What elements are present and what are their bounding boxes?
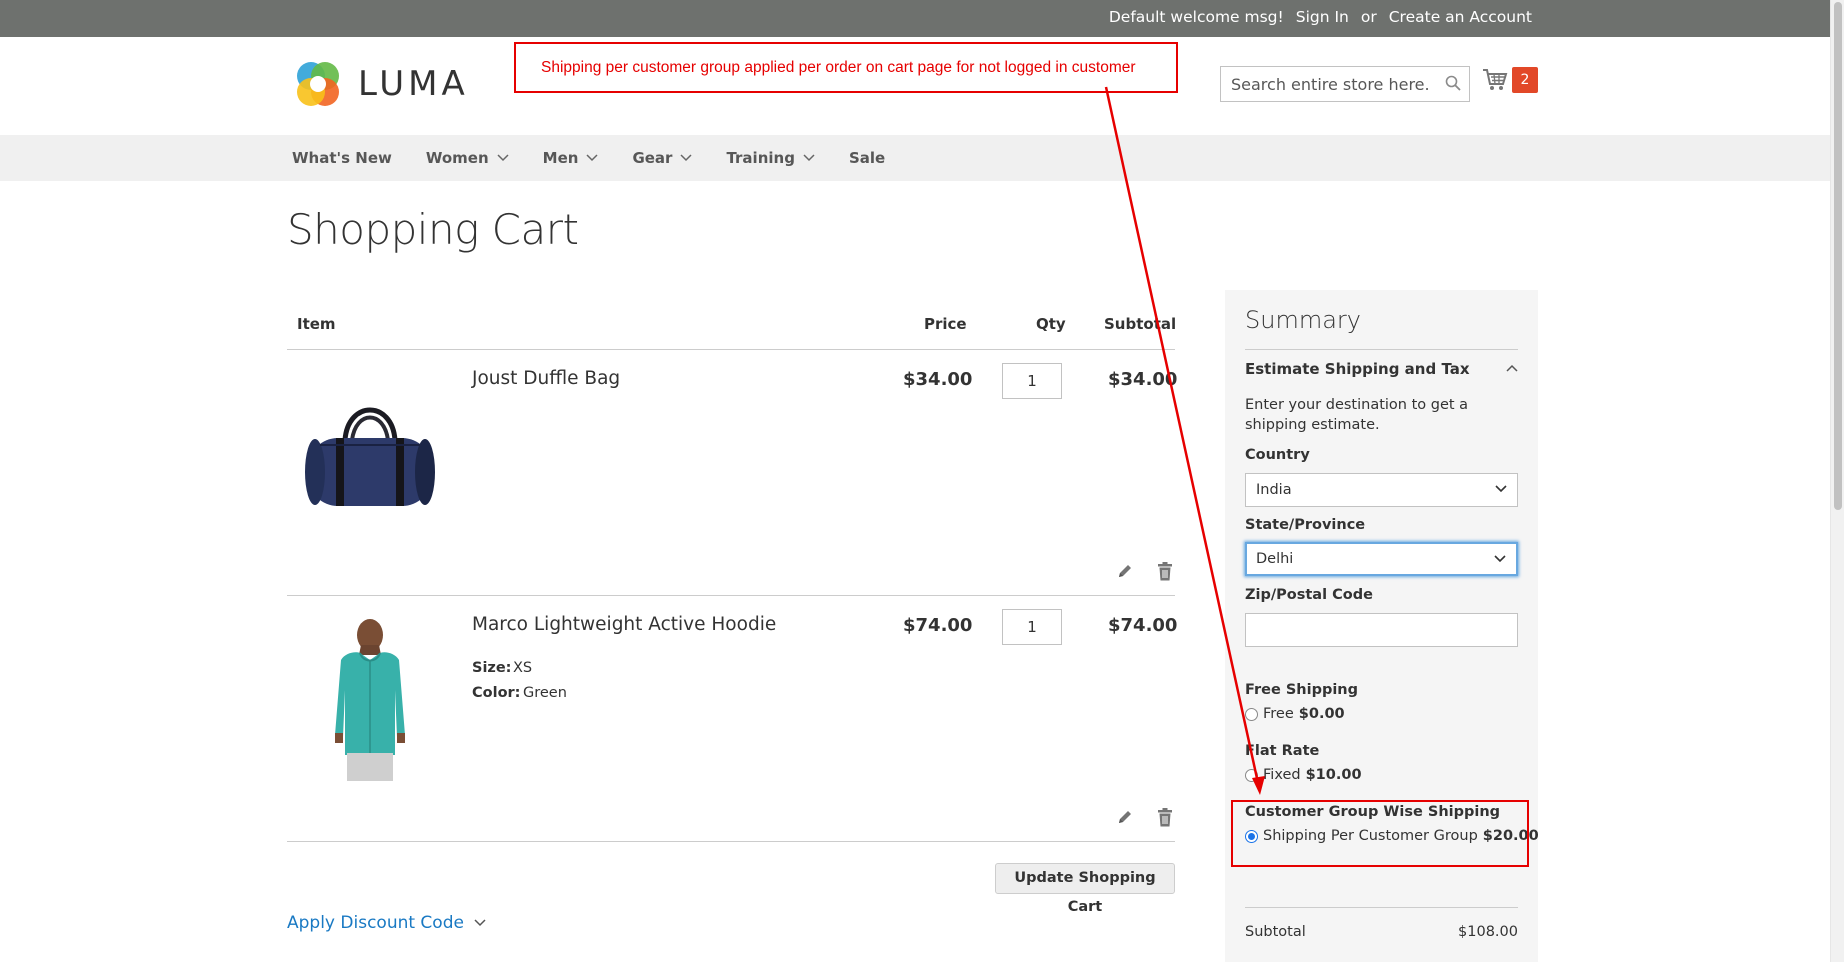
top-bar: Default welcome msg! Sign In or Create a… <box>0 0 1830 37</box>
cart-count-badge[interactable]: 2 <box>1512 67 1538 93</box>
page-scrollbar[interactable] <box>1830 0 1844 962</box>
table-divider <box>287 841 1175 842</box>
state-label: State/Province <box>1245 517 1366 533</box>
shipping-option-label: Free <box>1263 706 1294 722</box>
option-value-size: XS <box>513 660 533 676</box>
nav-label: Gear <box>632 149 673 167</box>
nav-label: What's New <box>292 149 392 167</box>
luma-logo-icon <box>297 62 339 106</box>
shipping-option-flat[interactable]: Fixed $10.00 <box>1245 767 1362 783</box>
estimate-description: Enter your destination to get a shipping… <box>1245 397 1469 433</box>
item-price: $74.00 <box>903 615 973 636</box>
scrollbar-thumb[interactable] <box>1834 2 1842 510</box>
column-header-qty: Qty <box>1036 315 1066 333</box>
state-select[interactable]: Delhi <box>1245 542 1518 576</box>
item-name[interactable]: Joust Duffle Bag <box>472 368 620 389</box>
chevron-down-icon <box>680 154 692 162</box>
qty-input[interactable]: 1 <box>1002 363 1062 399</box>
main-navigation: What's New Women Men Gear Training Sale <box>0 135 1830 181</box>
state-value: Delhi <box>1256 551 1294 567</box>
chevron-up-icon[interactable] <box>1506 364 1518 372</box>
zip-input[interactable] <box>1245 613 1518 647</box>
shipping-option-label: Fixed <box>1263 767 1301 783</box>
discount-link-label[interactable]: Apply Discount Code <box>287 913 464 933</box>
subtotal-label: Subtotal <box>1245 924 1306 940</box>
nav-item-whats-new[interactable]: What's New <box>292 149 392 167</box>
country-value: India <box>1256 482 1292 498</box>
trash-icon[interactable] <box>1157 562 1173 581</box>
item-subtotal: $34.00 <box>1108 369 1178 390</box>
chevron-down-icon <box>803 154 815 162</box>
nav-label: Training <box>726 149 795 167</box>
nav-label: Men <box>542 149 579 167</box>
nav-item-men[interactable]: Men <box>543 149 599 167</box>
welcome-message: Default welcome msg! <box>1108 8 1284 26</box>
nav-item-training[interactable]: Training <box>726 149 815 167</box>
or-text: or <box>1360 8 1377 26</box>
summary-divider <box>1245 907 1518 908</box>
summary-divider <box>1245 349 1518 350</box>
chevron-down-icon <box>497 154 509 162</box>
minicart[interactable]: 2 <box>1482 67 1538 93</box>
column-header-price: Price <box>924 315 967 333</box>
nav-item-gear[interactable]: Gear <box>632 149 692 167</box>
chevron-down-icon <box>474 919 486 927</box>
update-shopping-cart-button[interactable]: Update Shopping Cart <box>995 863 1175 915</box>
item-name[interactable]: Marco Lightweight Active Hoodie <box>472 614 776 635</box>
product-image-hoodie[interactable] <box>325 615 415 781</box>
column-header-item: Item <box>297 315 336 333</box>
nav-label: Sale <box>848 149 886 167</box>
search-icon[interactable] <box>1445 75 1461 95</box>
option-value-color: Green <box>523 685 567 701</box>
search-box[interactable] <box>1220 66 1470 102</box>
search-input[interactable] <box>1221 67 1431 101</box>
chevron-down-icon <box>1495 485 1507 493</box>
logo-text: LUMA <box>358 64 469 104</box>
trash-icon[interactable] <box>1157 808 1173 827</box>
item-price: $34.00 <box>903 369 973 390</box>
table-divider <box>287 595 1175 596</box>
option-label-size: Size: <box>472 660 512 676</box>
nav-item-women[interactable]: Women <box>426 149 509 167</box>
annotation-text: Shipping per customer group applied per … <box>541 59 1136 76</box>
subtotal-row: Subtotal $108.00 <box>1245 924 1518 940</box>
radio-button[interactable] <box>1245 707 1258 721</box>
create-account-link[interactable]: Create an Account <box>1389 8 1532 26</box>
country-label: Country <box>1245 447 1310 463</box>
radio-button[interactable] <box>1245 768 1258 782</box>
sign-in-link[interactable]: Sign In <box>1296 8 1349 26</box>
luma-logo[interactable]: LUMA <box>292 58 469 110</box>
pencil-icon[interactable] <box>1116 562 1134 580</box>
shipping-option-amount: $0.00 <box>1298 706 1345 722</box>
shipping-group-free: Free Shipping <box>1245 682 1359 698</box>
nav-label: Women <box>425 149 489 167</box>
apply-discount-code-toggle[interactable]: Apply Discount Code <box>287 913 486 933</box>
subtotal-value: $108.00 <box>1458 924 1518 940</box>
header-links: Default welcome msg! Sign In or Create a… <box>1109 8 1532 26</box>
product-image-duffle-bag[interactable] <box>300 390 440 515</box>
chevron-down-icon <box>1494 555 1506 563</box>
column-header-subtotal: Subtotal <box>1104 315 1177 333</box>
pencil-icon[interactable] <box>1116 808 1134 826</box>
shipping-option-amount: $10.00 <box>1305 767 1362 783</box>
shipping-option-free[interactable]: Free $0.00 <box>1245 706 1345 722</box>
table-divider <box>287 349 1175 350</box>
cart-icon[interactable] <box>1482 68 1508 92</box>
qty-input[interactable]: 1 <box>1002 609 1062 645</box>
page-title: Shopping Cart <box>287 205 579 254</box>
estimate-shipping-title[interactable]: Estimate Shipping and Tax <box>1245 360 1470 378</box>
item-subtotal: $74.00 <box>1108 615 1178 636</box>
country-select[interactable]: India <box>1245 473 1518 507</box>
option-label-color: Color: <box>472 685 521 701</box>
chevron-down-icon <box>586 154 598 162</box>
nav-item-sale[interactable]: Sale <box>849 149 885 167</box>
annotation-highlight-box <box>1231 800 1529 867</box>
summary-title: Summary <box>1245 306 1361 334</box>
shipping-group-flat: Flat Rate <box>1245 743 1320 759</box>
zip-label: Zip/Postal Code <box>1245 587 1373 603</box>
